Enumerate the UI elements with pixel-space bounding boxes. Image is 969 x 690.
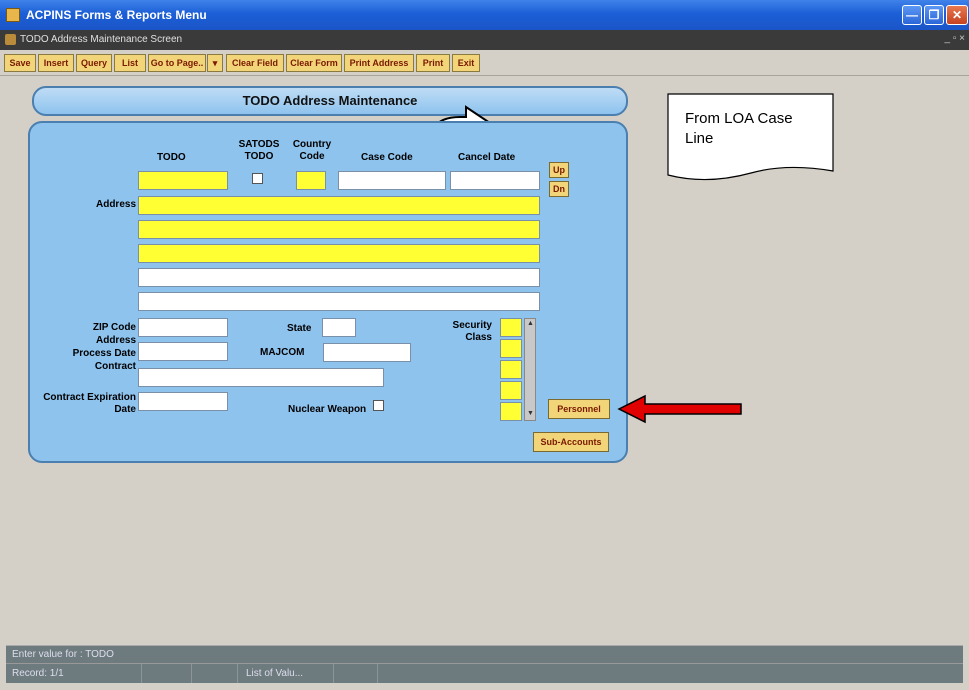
record-status-bar: Record: 1/1 List of Valu... bbox=[6, 663, 963, 683]
nuclear-weapon-checkbox[interactable] bbox=[373, 400, 384, 411]
status-segment-2 bbox=[142, 664, 192, 683]
form-title: TODO Address Maintenance bbox=[32, 86, 628, 116]
personnel-button[interactable]: Personnel bbox=[548, 399, 610, 419]
address-line-2-input[interactable] bbox=[138, 220, 540, 239]
clear-form-button[interactable]: Clear Form bbox=[286, 54, 342, 72]
lov-segment: List of Valu... bbox=[238, 664, 334, 683]
record-indicator: Record: 1/1 bbox=[12, 668, 64, 679]
security-class-scrollbar[interactable]: ▲ ▼ bbox=[524, 318, 536, 421]
case-code-input[interactable] bbox=[338, 171, 446, 190]
chevron-down-icon: ▾ bbox=[212, 58, 218, 68]
country-code-input[interactable] bbox=[296, 171, 326, 190]
save-button[interactable]: Save bbox=[4, 54, 36, 72]
status-message: Enter value for : TODO bbox=[12, 649, 114, 660]
close-icon: ✕ bbox=[951, 8, 963, 22]
address-line-3-input[interactable] bbox=[138, 244, 540, 263]
list-of-values-indicator: List of Valu... bbox=[246, 668, 304, 679]
status-message-bar: Enter value for : TODO bbox=[6, 645, 963, 663]
address-code-label: Address bbox=[95, 335, 136, 346]
address-line-1-input[interactable] bbox=[138, 196, 540, 215]
process-date-label: Process Date bbox=[72, 348, 136, 359]
print-button[interactable]: Print bbox=[416, 54, 450, 72]
security-class-input-1[interactable] bbox=[500, 318, 522, 337]
nuclear-weapon-label: Nuclear Weapon bbox=[288, 404, 367, 415]
contract-expiration-date-input[interactable] bbox=[138, 392, 228, 411]
insert-button[interactable]: Insert bbox=[38, 54, 74, 72]
security-class-label: Security Class bbox=[452, 320, 492, 343]
restore-icon: ❐ bbox=[928, 8, 940, 22]
country-code-label: Country Code bbox=[292, 139, 332, 162]
satods-todo-label: SATODS TODO bbox=[238, 139, 280, 162]
form-window-title-bar: TODO Address Maintenance Screen _ ▫ × bbox=[0, 30, 969, 50]
majcom-label: MAJCOM bbox=[260, 347, 305, 358]
close-button[interactable]: ✕ bbox=[946, 5, 968, 25]
red-arrow-icon bbox=[617, 394, 742, 424]
print-address-button[interactable]: Print Address bbox=[344, 54, 414, 72]
zip-code-input[interactable] bbox=[138, 318, 228, 337]
satods-todo-checkbox[interactable] bbox=[252, 173, 263, 184]
status-segment-3 bbox=[192, 664, 238, 683]
todo-label: TODO bbox=[157, 152, 186, 163]
scroll-down-icon[interactable]: ▼ bbox=[527, 410, 534, 417]
security-class-input-4[interactable] bbox=[500, 381, 522, 400]
address-label: Address bbox=[95, 199, 136, 210]
window-title-bar: ACPINS Forms & Reports Menu — ❐ ✕ bbox=[0, 0, 969, 30]
window-title: ACPINS Forms & Reports Menu bbox=[26, 8, 207, 22]
minimize-button[interactable]: — bbox=[902, 5, 922, 25]
go-to-page-dropdown[interactable]: ▾ bbox=[207, 54, 223, 72]
app-icon bbox=[6, 8, 20, 22]
case-code-label: Case Code bbox=[361, 152, 413, 163]
down-button[interactable]: Dn bbox=[549, 181, 569, 197]
cancel-date-input[interactable] bbox=[450, 171, 540, 190]
contract-input[interactable] bbox=[138, 368, 384, 387]
form-window-title: TODO Address Maintenance Screen bbox=[20, 34, 183, 45]
address-code-input[interactable] bbox=[138, 342, 228, 361]
sub-accounts-button[interactable]: Sub-Accounts bbox=[533, 432, 609, 452]
clear-field-button[interactable]: Clear Field bbox=[226, 54, 284, 72]
toolbar: Save Insert Query List Go to Page.. ▾ Cl… bbox=[0, 50, 969, 76]
todo-input[interactable] bbox=[138, 171, 228, 190]
state-input[interactable] bbox=[322, 318, 356, 337]
minimize-icon: — bbox=[906, 8, 918, 22]
record-segment: Record: 1/1 bbox=[6, 664, 142, 683]
cancel-date-label: Cancel Date bbox=[458, 152, 516, 163]
scroll-up-icon[interactable]: ▲ bbox=[527, 320, 534, 327]
contract-expiration-date-label: Contract Expiration Date bbox=[43, 392, 136, 415]
address-line-5-input[interactable] bbox=[138, 292, 540, 311]
security-class-input-2[interactable] bbox=[500, 339, 522, 358]
address-line-4-input[interactable] bbox=[138, 268, 540, 287]
majcom-input[interactable] bbox=[323, 343, 411, 362]
query-button[interactable]: Query bbox=[76, 54, 112, 72]
security-class-input-3[interactable] bbox=[500, 360, 522, 379]
form-icon bbox=[5, 34, 16, 45]
security-class-input-5[interactable] bbox=[500, 402, 522, 421]
state-label: State bbox=[287, 323, 312, 334]
contract-label: Contract bbox=[94, 361, 136, 372]
maximize-button[interactable]: ❐ bbox=[924, 5, 944, 25]
status-segment-5 bbox=[334, 664, 378, 683]
form-window-controls[interactable]: _ ▫ × bbox=[944, 33, 965, 44]
zip-code-label: ZIP Code bbox=[92, 322, 136, 333]
go-to-page-button[interactable]: Go to Page.. bbox=[148, 54, 206, 72]
up-button[interactable]: Up bbox=[549, 162, 569, 178]
callout-text: From LOA Case Line bbox=[685, 110, 793, 147]
list-button[interactable]: List bbox=[114, 54, 146, 72]
exit-button[interactable]: Exit bbox=[452, 54, 480, 72]
